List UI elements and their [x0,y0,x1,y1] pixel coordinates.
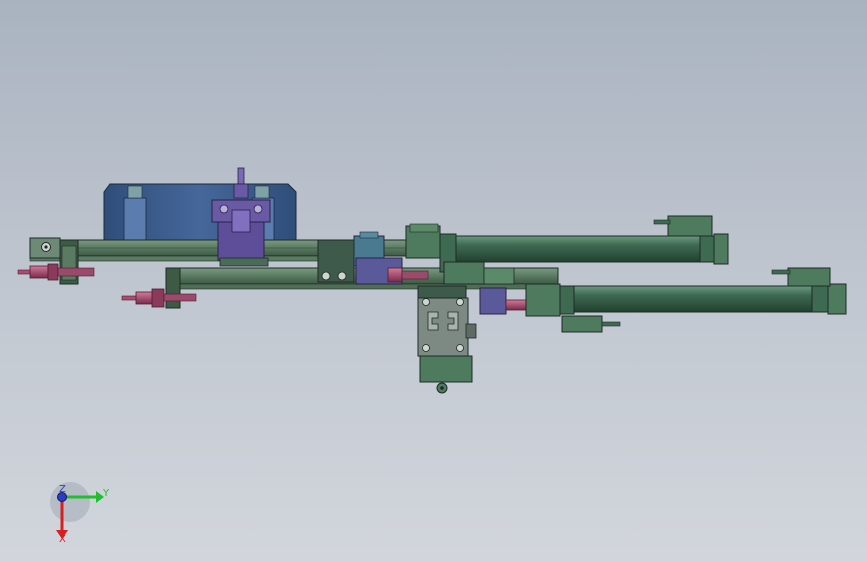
cylinder-mount-block [443,261,515,285]
left-end-block [29,237,61,259]
y-axis-label: Y [102,488,110,499]
left-pneumatic-fitting [17,263,95,281]
cad-viewport[interactable]: Y Z X [0,0,867,562]
coordinate-triad: Y Z X [50,482,110,545]
screw-icon [321,271,331,281]
purple-gripper [211,167,271,267]
left-bracket [59,239,79,285]
assembly-drawing: Y Z X [17,167,847,545]
lower-left-pneumatic-fitting [121,288,197,308]
rotary-actuator [417,285,477,394]
x-axis-label: X [59,534,66,545]
z-axis-label: Z [59,484,66,495]
screw-icon [337,271,347,281]
center-slide-block [317,239,355,283]
